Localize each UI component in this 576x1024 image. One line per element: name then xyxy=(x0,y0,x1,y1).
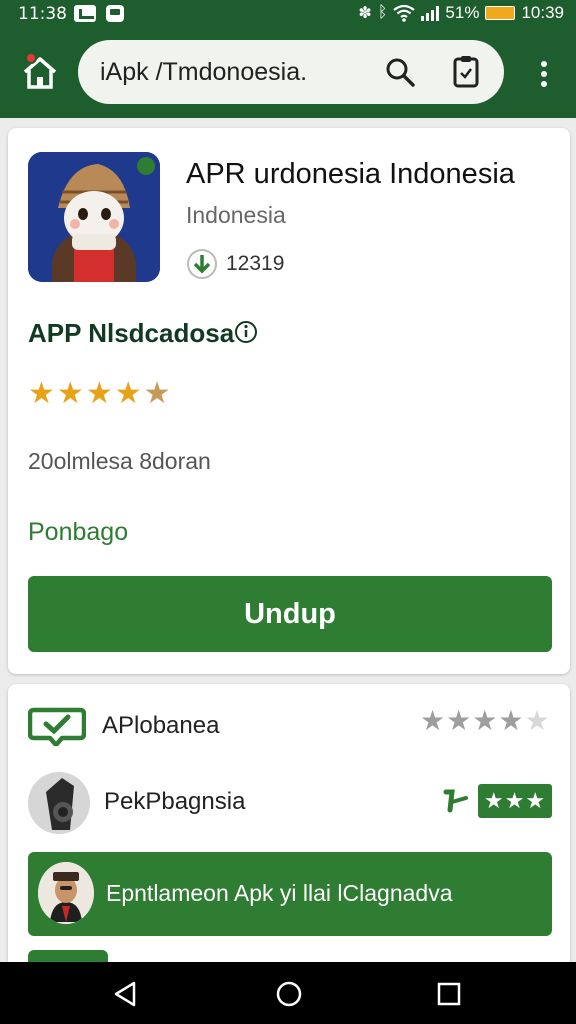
star-icon: ★ xyxy=(472,705,499,736)
half-star-icon: ★ xyxy=(143,377,171,410)
bluetooth-icon: ᛒ xyxy=(377,4,388,21)
download-icon xyxy=(187,249,217,279)
vibrate-icon: ✽ xyxy=(358,5,372,22)
list-item-rating: ★★★★★ xyxy=(420,704,551,737)
star-icon: ★ xyxy=(28,377,55,410)
message-icon xyxy=(74,5,96,22)
avatar[interactable] xyxy=(28,772,90,834)
status-bar: 11:38 ✽ ᛒ 51% 10:39 xyxy=(0,0,576,28)
downloads-text: 20olmlesa 8doran xyxy=(28,448,211,474)
list-item-label[interactable]: APlobanea xyxy=(102,712,219,740)
address-text[interactable]: iApk /Tmdonoesia. xyxy=(100,58,307,87)
download-count: 12319 xyxy=(226,252,285,275)
list-item-label[interactable]: PekPbagnsia xyxy=(104,788,245,816)
star-icon: ★ xyxy=(498,705,525,736)
notification-dot xyxy=(25,52,37,64)
stars-badge: ★★★ xyxy=(478,784,552,818)
avatar xyxy=(38,862,94,924)
chat-check-icon xyxy=(28,707,86,746)
developer-name[interactable]: Indonesia xyxy=(186,202,286,229)
banner-text: Epntlameon Apk yi llai lClagnadva xyxy=(106,880,453,906)
download-count-badge: 12319 xyxy=(186,248,284,280)
address-bar[interactable]: iApk /Tmdonoesia. xyxy=(78,40,504,104)
app-icon[interactable] xyxy=(28,152,160,282)
star-icon: ★ xyxy=(56,377,84,410)
star-icon: ★ xyxy=(114,377,142,410)
status-time: 11:38 xyxy=(18,4,67,24)
install-button[interactable]: Undup xyxy=(28,576,552,652)
notification-icon xyxy=(106,5,124,22)
signal-icon xyxy=(421,5,440,21)
recents-icon[interactable] xyxy=(437,982,461,1006)
star-outline-icon: ★ xyxy=(524,705,551,736)
section-title: APP Nlsdcadosa xyxy=(28,318,258,349)
system-nav-bar xyxy=(0,962,576,1024)
top-app-bar: 11:38 ✽ ᛒ 51% 10:39 iApk /Tmdonoesia. xyxy=(0,0,576,118)
category-link[interactable]: Ponbago xyxy=(28,518,128,547)
status-right-group: ✽ ᛒ 51% 10:39 xyxy=(358,3,564,23)
star-icon: ★ xyxy=(446,705,473,736)
trending-icon xyxy=(443,789,468,813)
next-item-peek xyxy=(28,950,108,962)
info-icon[interactable] xyxy=(234,320,258,344)
section-title-text: APP Nlsdcadosa xyxy=(28,318,235,348)
rating-stars: ★ ★ ★ ★ ★ xyxy=(28,376,171,411)
battery-percent: 51% xyxy=(445,3,480,22)
app-detail-card: APR urdonesia Indonesia Indonesia 12319 … xyxy=(8,128,570,674)
toolbar: iApk /Tmdonoesia. xyxy=(0,30,576,118)
star-icon: ★ xyxy=(420,705,447,736)
back-icon[interactable] xyxy=(112,980,138,1008)
battery-icon xyxy=(485,6,516,20)
home-circle-icon[interactable] xyxy=(275,980,303,1008)
more-vert-icon[interactable] xyxy=(532,58,556,92)
search-icon[interactable] xyxy=(384,56,416,88)
status-time-right: 10:39 xyxy=(521,3,564,22)
clipboard-icon[interactable] xyxy=(452,54,480,88)
promo-banner[interactable]: Epntlameon Apk yi llai lClagnadva xyxy=(28,852,552,936)
wifi-icon xyxy=(393,4,416,22)
app-name: APR urdonesia Indonesia xyxy=(186,158,515,190)
star-icon: ★ xyxy=(85,377,113,410)
